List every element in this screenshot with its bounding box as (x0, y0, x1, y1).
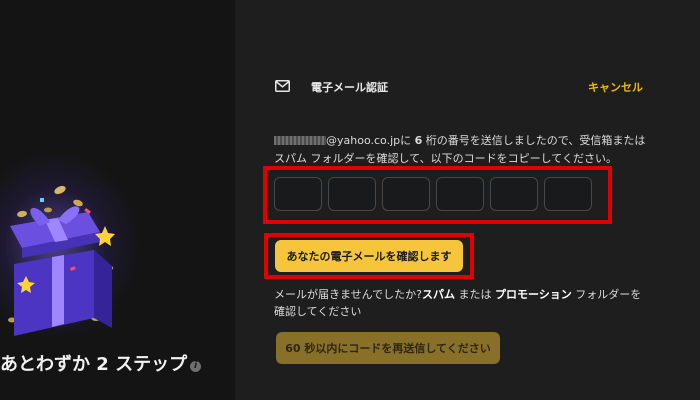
code-digit-1[interactable] (274, 177, 322, 211)
help-promotion: プロモーション (494, 288, 572, 301)
help-part1: メールが届きませんでしたか? (274, 288, 422, 301)
help-spam: スパム (421, 288, 455, 301)
code-digit-3[interactable] (382, 177, 430, 211)
digit-count: 6 (414, 134, 423, 147)
instruction-line2: スパム フォルダーを確認して、以下のコードをコピーしてください。 (274, 152, 617, 165)
cancel-button[interactable]: キャンセル (588, 79, 643, 95)
dialog-title: 電子メール認証 (311, 81, 388, 94)
steps-prefix: あとわずか (0, 354, 90, 375)
resend-code-button[interactable]: 60 秒以内にコードを再送信してください (276, 332, 500, 364)
info-icon[interactable]: i (190, 361, 202, 372)
code-digit-5[interactable] (490, 177, 538, 211)
steps-count: 2 (96, 354, 109, 375)
mail-icon (275, 80, 290, 92)
code-digit-4[interactable] (436, 177, 484, 211)
steps-suffix: ステップ (115, 354, 188, 375)
code-digit-2[interactable] (328, 177, 376, 211)
instruction-text: @yahoo.co.jpに 6 桁の番号を送信しましたので、受信箱または スパム… (274, 132, 674, 168)
instruction-line1-rest: 桁の番号を送信しましたので、受信箱または (425, 134, 646, 147)
steps-remaining-text: あとわずか 2 ステップ i (0, 350, 202, 376)
gift-icon (8, 185, 115, 336)
email-domain: @yahoo.co.jp (326, 134, 401, 147)
code-digit-6[interactable] (544, 177, 592, 211)
confirm-email-button[interactable]: あなたの電子メールを確認します (275, 240, 463, 272)
help-part3: フォルダーを (571, 288, 642, 301)
left-promo-panel: あとわずか 2 ステップ i (0, 0, 235, 400)
help-text: メールが届きませんでしたか?スパム または プロモーション フォルダーを 確認し… (274, 286, 664, 320)
text-ni: に (400, 134, 412, 147)
help-line2: 確認してください (274, 305, 362, 318)
masked-email-local-part (274, 136, 326, 145)
help-part2: または (454, 288, 495, 301)
